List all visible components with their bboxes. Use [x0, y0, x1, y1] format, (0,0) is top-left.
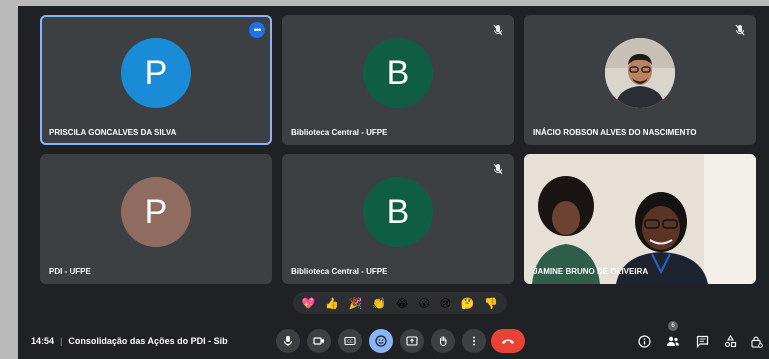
participant-name: PRISCILA GONCALVES DA SILVA	[49, 128, 177, 137]
participant-name: JAMINE BRUNO DE OLIVEIRA	[533, 267, 649, 276]
raise-hand-button[interactable]	[431, 329, 455, 353]
meet-window: P ••• PRISCILA GONCALVES DA SILVA B Bibl…	[18, 6, 769, 359]
raise-hand-icon	[439, 336, 447, 347]
participant-tile-video[interactable]: JAMINE BRUNO DE OLIVEIRA	[524, 154, 756, 284]
present-icon	[406, 336, 418, 346]
avatar: B	[363, 38, 433, 108]
thumbs-up-reaction[interactable]: 👍	[325, 298, 339, 309]
surprised-reaction[interactable]: 😮	[418, 298, 429, 309]
info-icon	[637, 334, 651, 348]
participant-tile[interactable]: INÁCIO ROBSON ALVES DO NASCIMENTO	[524, 15, 756, 145]
avatar: B	[363, 177, 433, 247]
bottom-bar: 14:54 | Consolidação das Ações do PDI - Si…	[18, 321, 769, 359]
more-options-button[interactable]	[462, 329, 486, 353]
mic-icon	[284, 336, 292, 346]
participants-count-badge: 6	[668, 321, 678, 331]
heart-reaction[interactable]: 💖	[302, 298, 316, 309]
clock: 14:54	[31, 336, 55, 346]
thumbs-down-reaction[interactable]: 👎	[484, 298, 498, 309]
reactions-bar: 💖 👍 🎉 👏 😂 😮 😢 🤔 👎	[293, 292, 507, 314]
more-options-icon	[473, 336, 475, 346]
participant-name: PDI - UFPE	[49, 267, 91, 276]
participant-tile[interactable]: P PDI - UFPE	[40, 154, 272, 284]
video-frame	[524, 154, 756, 284]
party-reaction[interactable]: 🎉	[349, 298, 363, 309]
participant-name: INÁCIO ROBSON ALVES DO NASCIMENTO	[533, 128, 697, 137]
more-options-icon[interactable]: •••	[249, 22, 265, 38]
participant-tile[interactable]: P ••• PRISCILA GONCALVES DA SILVA	[40, 15, 272, 145]
participant-tile[interactable]: B Biblioteca Central - UFPE	[282, 154, 514, 284]
clap-reaction[interactable]: 👏	[372, 298, 386, 309]
people-icon	[667, 336, 679, 346]
avatar: P	[121, 177, 191, 247]
emoji-button[interactable]	[369, 329, 393, 353]
laugh-reaction[interactable]: 😂	[396, 298, 409, 309]
participant-name: Biblioteca Central - UFPE	[291, 267, 388, 276]
meeting-info: 14:54 | Consolidação das Ações do PDI - Si…	[31, 336, 228, 346]
people-button[interactable]: 6	[664, 321, 682, 350]
captions-button[interactable]: CC	[338, 329, 362, 353]
host-controls-button[interactable]	[747, 332, 765, 350]
participant-tile[interactable]: B Biblioteca Central - UFPE	[282, 15, 514, 145]
sad-reaction[interactable]: 😢	[440, 298, 451, 309]
camera-icon	[313, 337, 324, 345]
mic-off-icon	[493, 163, 503, 175]
participant-video	[524, 154, 756, 284]
leave-call-button[interactable]	[491, 329, 525, 353]
host-controls-icon	[750, 335, 763, 348]
captions-icon: CC	[344, 336, 356, 346]
chat-icon	[696, 335, 708, 348]
camera-button[interactable]	[307, 329, 331, 353]
present-button[interactable]	[400, 329, 424, 353]
mic-off-icon	[735, 24, 745, 36]
info-button[interactable]	[635, 332, 653, 350]
svg-text:CC: CC	[347, 339, 353, 344]
chat-button[interactable]	[693, 332, 711, 350]
separator: |	[60, 336, 63, 346]
participant-name: Biblioteca Central - UFPE	[291, 128, 388, 137]
thinking-reaction[interactable]: 🤔	[461, 298, 475, 309]
activities-icon	[724, 334, 736, 347]
leave-call-icon	[502, 339, 514, 344]
mic-button[interactable]	[276, 329, 300, 353]
mic-off-icon	[493, 24, 503, 36]
meeting-title: Consolidação das Ações do PDI - Sib	[68, 336, 228, 346]
emoji-icon	[375, 335, 387, 347]
avatar: P	[121, 38, 191, 108]
activities-button[interactable]	[721, 332, 739, 350]
profile-photo	[605, 38, 675, 108]
avatar	[605, 38, 675, 108]
